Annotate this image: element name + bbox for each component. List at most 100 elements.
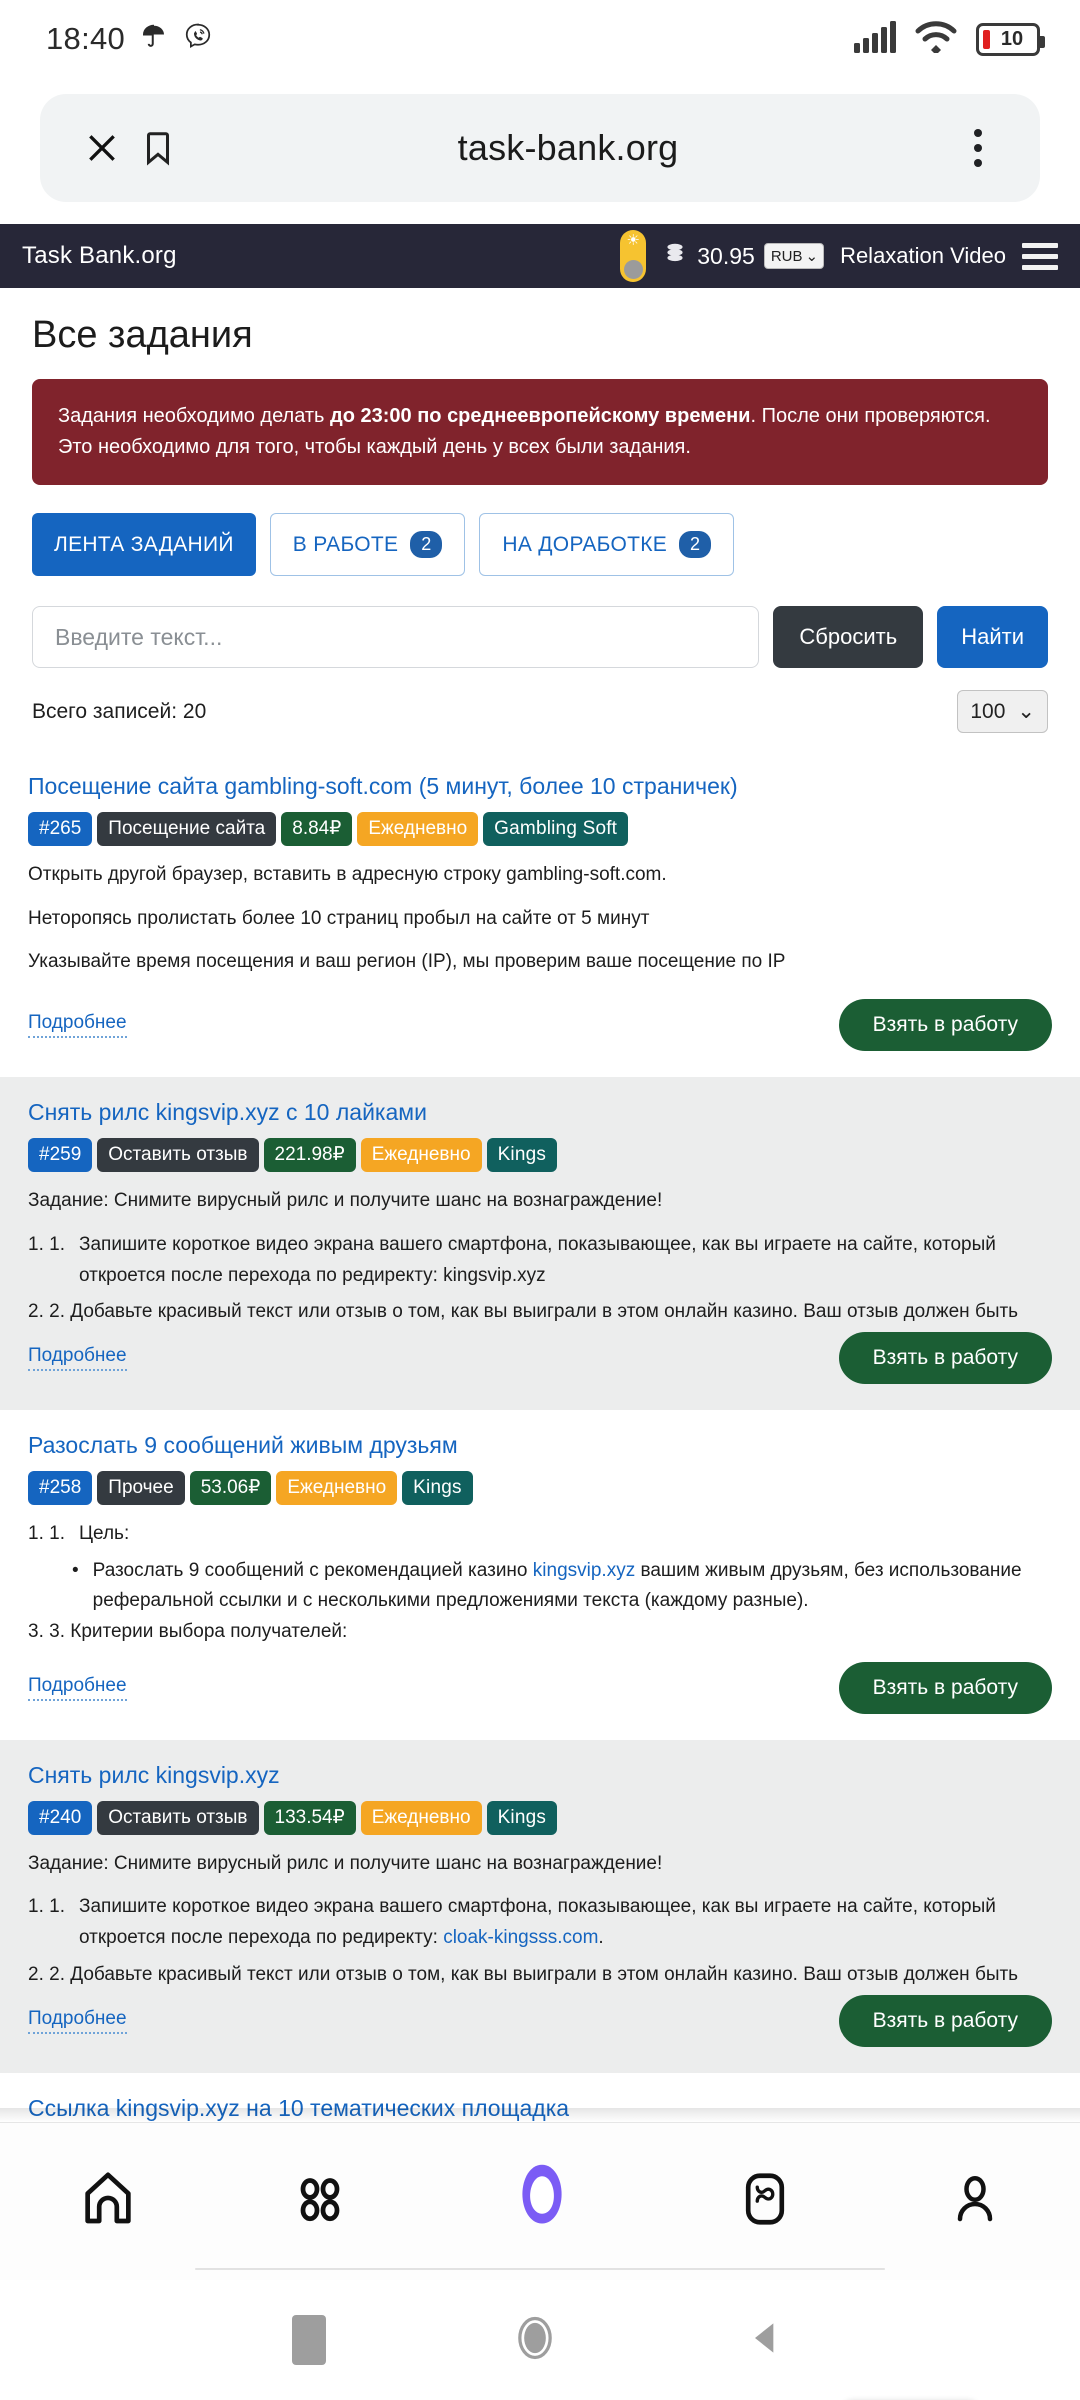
phone-screen: 18:40 10 task-bank.org Task Bank.org ☀ 3… — [0, 0, 1080, 2400]
task-footer: Подробнее Взять в работу — [28, 1661, 1052, 1714]
home-icon[interactable] — [75, 2166, 141, 2237]
task-title[interactable]: Снять рилс kingsvip.xyz с 10 лайками — [28, 1099, 1052, 1126]
task-card: Разослать 9 сообщений живым друзьям #258… — [0, 1410, 1080, 1740]
tab-label: ЛЕНТА ЗАДАНИЙ — [54, 532, 234, 556]
address-bar-url[interactable]: task-bank.org — [186, 127, 950, 169]
task-step-clipped: 2. 2. Добавьте красивый текст или отзыв … — [28, 1297, 1052, 1324]
battery-indicator: 10 — [976, 22, 1045, 56]
details-link[interactable]: Подробнее — [28, 1345, 127, 1371]
task-title[interactable]: Снять рилс kingsvip.xyz — [28, 1762, 1052, 1789]
search-row: Введите текст... Сбросить Найти — [32, 606, 1048, 668]
step-text: Цель: — [78, 1522, 130, 1544]
task-intro: Задание: Снимите вирусный рилс и получит… — [28, 1852, 663, 1874]
balance-display: 30.95 RUB ⌄ — [662, 240, 825, 272]
wifi-icon — [914, 20, 958, 58]
chip-frequency: Ежедневно — [276, 1470, 398, 1505]
task-description: Задание: Снимите вирусный рилс и получит… — [28, 1186, 1052, 1324]
chip-task-id: #258 — [28, 1470, 93, 1505]
find-button[interactable]: Найти — [937, 606, 1048, 668]
loop-tabs-icon[interactable] — [734, 2168, 796, 2235]
task-step: 1. 1. Цель: — [28, 1519, 1052, 1550]
umbrella-icon — [139, 22, 169, 57]
tab-v-rabote[interactable]: В РАБОТЕ 2 — [269, 513, 466, 576]
details-link[interactable]: Подробнее — [28, 1675, 127, 1701]
chip-category: Посещение сайта — [97, 812, 277, 846]
apps-grid-icon[interactable] — [290, 2169, 350, 2234]
task-bullet: • Разослать 9 сообщений с рекомендацией … — [72, 1556, 1052, 1618]
take-task-button[interactable]: Взять в работу — [838, 1661, 1052, 1714]
task-intro: Задание: Снимите вирусный рилс и получит… — [28, 1189, 663, 1211]
recents-square-icon[interactable] — [291, 2315, 326, 2365]
chip-payout: 53.06₽ — [189, 1470, 272, 1505]
page-content: Все задания Задания необходимо делать до… — [0, 314, 1080, 733]
sun-glyph: ☀ — [626, 232, 640, 249]
navbar-right: ☀ 30.95 RUB ⌄ Relaxation Video — [620, 230, 1058, 282]
task-chips: #265 Посещение сайта 8.84₽ Ежедневно Gam… — [28, 812, 1052, 846]
task-chips: #258 Прочее 53.06₽ Ежедневно Kings — [28, 1470, 1052, 1505]
task-step-clipped: 3. 3. Критерии выбора получателей: — [28, 1617, 1052, 1648]
details-link[interactable]: Подробнее — [28, 1012, 127, 1039]
close-icon[interactable] — [74, 128, 130, 168]
back-triangle-icon[interactable] — [744, 2316, 788, 2365]
tab-label: В РАБОТЕ — [292, 532, 399, 556]
task-step: 1. 1. Запишите короткое видео экрана ваш… — [28, 1230, 1052, 1292]
status-bar-clock: 18:40 — [46, 21, 126, 56]
chip-frequency: Ежедневно — [357, 812, 479, 846]
android-status-bar: 18:40 10 — [0, 0, 1080, 78]
take-task-button[interactable]: Взять в работу — [838, 1994, 1052, 2047]
chip-frequency: Ежедневно — [360, 1800, 482, 1835]
hamburger-menu-icon[interactable] — [1022, 242, 1058, 270]
task-description: Задание: Снимите вирусный рилс и получит… — [28, 1849, 1052, 1987]
step-link[interactable]: cloak-kingsss.com — [443, 1927, 598, 1948]
task-line: Неторопясь пролистать более 10 страниц п… — [28, 907, 650, 929]
task-title[interactable]: Разослать 9 сообщений живым друзьям — [28, 1432, 1052, 1459]
task-title[interactable]: Посещение сайта gambling-soft.com (5 мин… — [28, 773, 1052, 800]
bullet-link[interactable]: kingsvip.xyz — [533, 1560, 635, 1581]
step-text-clipped: 2. 2. Добавьте красивый текст или отзыв … — [28, 1301, 1019, 1323]
chevron-down-icon: ⌄ — [1017, 700, 1035, 723]
step-text: Запишите короткое видео экрана вашего см… — [79, 1892, 1052, 1954]
chip-category: Оставить отзыв — [97, 1800, 259, 1835]
results-count-row: Всего записей: 20 100 ⌄ — [32, 690, 1048, 733]
alice-assistant-icon[interactable] — [500, 2157, 584, 2246]
browser-bottom-nav — [0, 2122, 1080, 2280]
bullet-text: Разослать 9 сообщений с рекомендацией ка… — [93, 1556, 1052, 1618]
task-description: Открыть другой браузер, вставить в адрес… — [28, 860, 1052, 991]
chip-category: Прочее — [97, 1470, 185, 1505]
chip-task-id: #240 — [28, 1800, 93, 1835]
per-page-select[interactable]: 100 ⌄ — [957, 690, 1048, 733]
sun-toggle-icon[interactable]: ☀ — [620, 230, 647, 282]
take-task-button[interactable]: Взять в работу — [838, 1331, 1052, 1384]
take-task-button[interactable]: Взять в работу — [838, 999, 1052, 1052]
task-step: 1. 1. Запишите короткое видео экрана ваш… — [28, 1892, 1052, 1954]
tab-badge: 2 — [410, 531, 443, 558]
bottom-nav-divider — [195, 2268, 885, 2270]
relaxation-video-link[interactable]: Relaxation Video — [840, 243, 1006, 269]
task-chips: #259 Оставить отзыв 221.98₽ Ежедневно Ki… — [28, 1138, 1052, 1172]
chevron-down-icon: ⌄ — [805, 248, 819, 265]
alert-text-bold: до 23:00 по среднеевропейскому времени — [330, 405, 751, 427]
task-footer: Подробнее Взять в работу — [28, 999, 1052, 1052]
deadline-alert: Задания необходимо делать до 23:00 по ср… — [32, 379, 1048, 485]
profile-icon[interactable] — [945, 2169, 1005, 2234]
task-chips: #240 Оставить отзыв 133.54₽ Ежедневно Ki… — [28, 1800, 1052, 1835]
bullet-pre: Разослать 9 сообщений с рекомендацией ка… — [92, 1559, 533, 1581]
tab-na-dorabotke[interactable]: НА ДОРАБОТКЕ 2 — [479, 513, 735, 576]
chip-payout: 8.84₽ — [281, 812, 353, 846]
home-circle-icon[interactable] — [509, 2312, 561, 2369]
tab-badge: 2 — [679, 531, 712, 558]
task-line: Указывайте время посещения и ваш регион … — [28, 951, 786, 973]
search-input[interactable]: Введите текст... — [32, 606, 760, 668]
task-line: Открыть другой браузер, вставить в адрес… — [28, 863, 667, 885]
battery-level-text: 10 — [1000, 27, 1024, 50]
bookmark-icon[interactable] — [130, 129, 186, 167]
site-brand[interactable]: Task Bank.org — [22, 242, 177, 270]
reset-button[interactable]: Сбросить — [773, 606, 924, 668]
chip-payout: 221.98₽ — [263, 1138, 356, 1172]
details-link[interactable]: Подробнее — [28, 2008, 127, 2034]
android-system-nav — [0, 2280, 1080, 2400]
overflow-menu-icon[interactable] — [950, 129, 1006, 167]
currency-select[interactable]: RUB ⌄ — [763, 243, 825, 269]
status-bar-left: 18:40 — [46, 21, 213, 57]
tab-lenta-zadaniy[interactable]: ЛЕНТА ЗАДАНИЙ — [32, 513, 256, 576]
